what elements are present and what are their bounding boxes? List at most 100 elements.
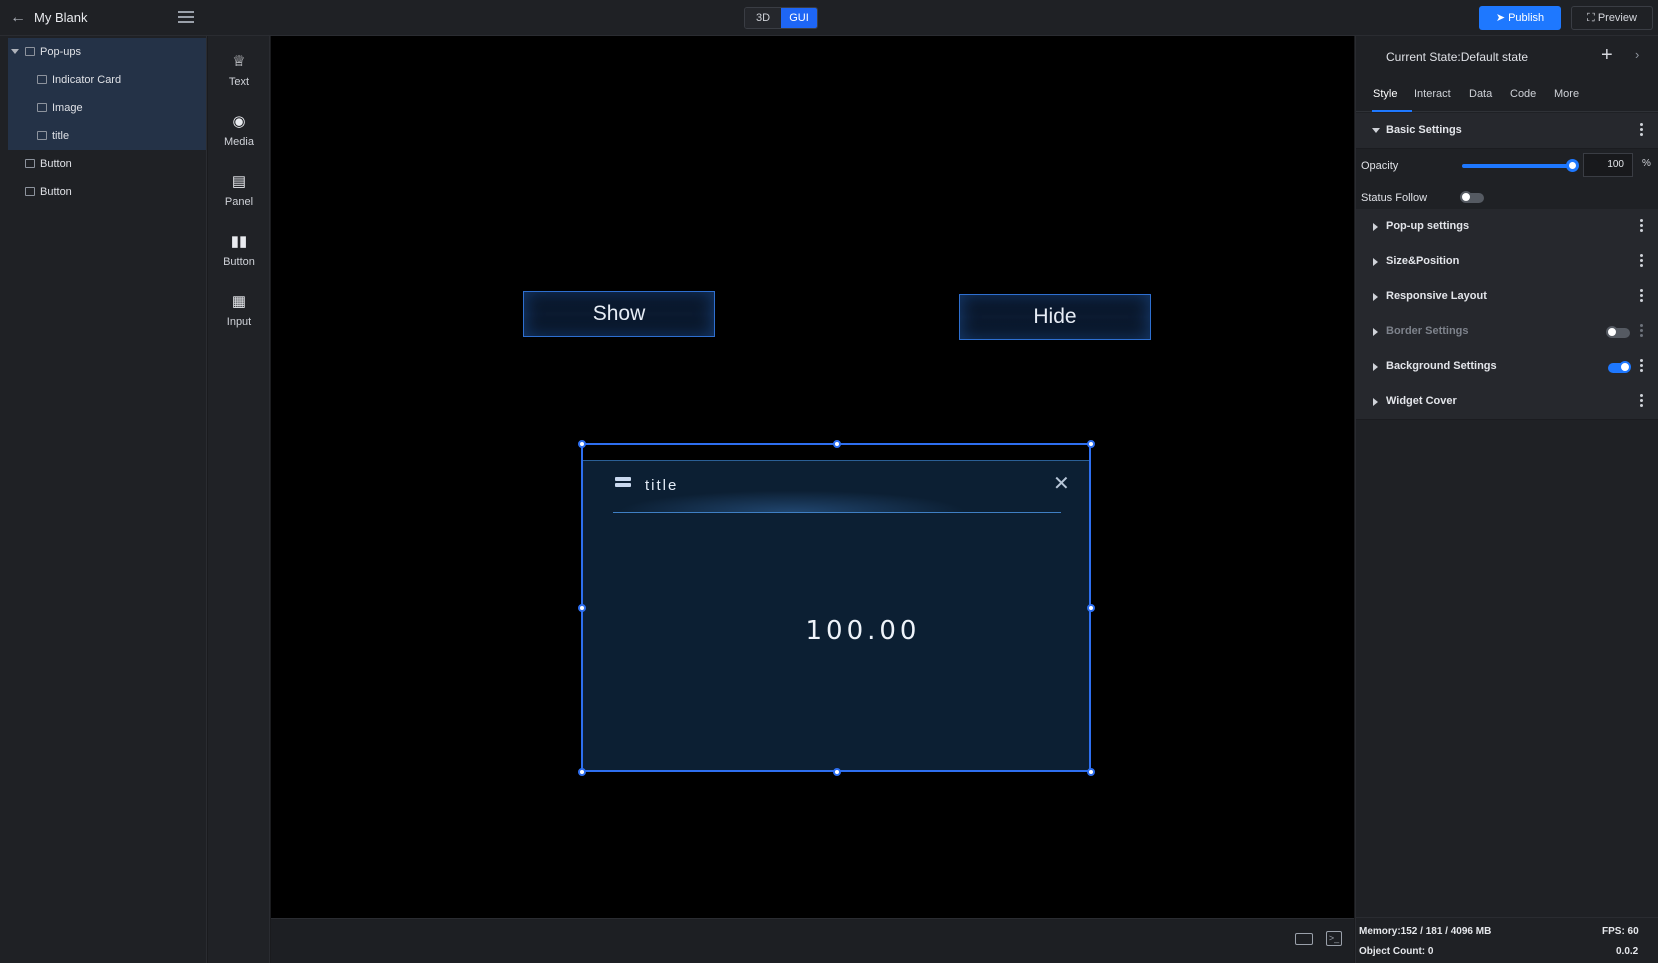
tree-item-popups[interactable]: Pop-ups (8, 38, 206, 66)
border-settings-toggle[interactable] (1606, 326, 1630, 338)
widget-toolbar: ♕ Text ◉ Media ▤ Panel ▮▮ Button ▦ Input (208, 36, 270, 963)
section-label: Widget Cover (1386, 395, 1457, 407)
tool-text[interactable]: ♕ Text (208, 42, 270, 98)
tab-interact[interactable]: Interact (1414, 88, 1451, 100)
caret-right-icon (1373, 223, 1378, 231)
caret-right-icon (1373, 293, 1378, 301)
section-responsive-layout[interactable]: Responsive Layout (1356, 279, 1658, 315)
resize-handle[interactable] (833, 768, 841, 776)
status-follow-label: Status Follow (1361, 192, 1428, 204)
layer-tree: Pop-ups Indicator Card Image title Butto… (0, 36, 207, 963)
memory-readout: Memory:152 / 181 / 4096 MB (1359, 926, 1492, 937)
close-icon[interactable]: ✕ (1053, 471, 1070, 496)
more-vertical-icon[interactable] (1640, 254, 1643, 268)
caret-right-icon (1373, 398, 1378, 406)
tool-button[interactable]: ▮▮ Button (208, 222, 270, 278)
section-background-settings[interactable]: Background Settings (1356, 349, 1658, 385)
design-canvas[interactable]: Show Hide title ✕ 100.00 (271, 36, 1354, 918)
object-count: Object Count: 0 (1359, 946, 1434, 957)
caret-right-icon (1373, 328, 1378, 336)
opacity-slider[interactable] (1462, 164, 1572, 168)
status-follow-toggle[interactable] (1460, 191, 1484, 203)
tree-item-label: title (52, 130, 70, 142)
status-bar: Memory:152 / 181 / 4096 MB FPS: 60 Objec… (1356, 917, 1658, 963)
fullscreen-icon: ⛶ (1587, 12, 1598, 24)
tree-item-label: Button (40, 186, 72, 198)
publish-button[interactable]: ➤ Publish (1479, 6, 1561, 30)
more-vertical-icon[interactable] (1640, 359, 1643, 373)
hide-button[interactable]: Hide (959, 294, 1151, 340)
popup-widget[interactable]: title ✕ 100.00 (578, 440, 1095, 776)
mode-toggle: 3D GUI (744, 7, 818, 29)
current-state: Current State:Default state (1386, 50, 1529, 64)
image-icon (37, 103, 47, 112)
section-label: Size&Position (1386, 255, 1460, 267)
more-vertical-icon[interactable] (1640, 219, 1643, 233)
tool-media[interactable]: ◉ Media (208, 102, 270, 158)
more-vertical-icon[interactable] (1640, 324, 1643, 338)
tab-style[interactable]: Style (1373, 88, 1397, 100)
section-label: Background Settings (1386, 360, 1497, 372)
tree-item-image[interactable]: Image (8, 94, 206, 122)
chevron-right-icon[interactable]: › (1635, 47, 1639, 62)
caret-down-icon[interactable] (11, 49, 19, 54)
tool-label: Text (228, 76, 250, 88)
tab-more[interactable]: More (1554, 88, 1579, 100)
tab-indicator (1372, 110, 1412, 112)
popup-body: title ✕ 100.00 (583, 460, 1089, 770)
top-bar: ← My Blank 3D GUI ➤ Publish ⛶ Preview (0, 0, 1658, 36)
tree-item-label: Button (40, 158, 72, 170)
resize-handle[interactable] (1087, 440, 1095, 448)
map-icon: ▦ (231, 293, 247, 310)
tool-input[interactable]: ▦ Input (208, 282, 270, 338)
section-border-settings[interactable]: Border Settings (1356, 314, 1658, 350)
version-label: 0.0.2 (1616, 946, 1639, 957)
popup-title: title (645, 477, 679, 494)
mode-3d-button[interactable]: 3D (745, 8, 781, 28)
section-label: Pop-up settings (1386, 220, 1470, 232)
tree-item-button[interactable]: Button (8, 178, 206, 206)
more-vertical-icon[interactable] (1640, 394, 1643, 408)
more-vertical-icon[interactable] (1640, 123, 1643, 137)
section-label: Responsive Layout (1386, 290, 1487, 302)
opacity-slider-handle[interactable] (1566, 159, 1579, 172)
resize-handle[interactable] (1087, 768, 1095, 776)
caret-down-icon (1372, 128, 1380, 133)
tree-item-label: Indicator Card (52, 74, 122, 86)
opacity-input[interactable]: 100 (1583, 153, 1633, 177)
section-popup-settings[interactable]: Pop-up settings (1356, 209, 1658, 245)
resize-handle[interactable] (578, 768, 586, 776)
indicator-icon (37, 75, 47, 84)
tool-label: Panel (224, 196, 254, 208)
opacity-unit: % (1642, 158, 1651, 169)
tool-panel[interactable]: ▤ Panel (208, 162, 270, 218)
tree-item-indicator-card[interactable]: Indicator Card (8, 66, 206, 94)
arrow-left-icon[interactable]: ← (10, 9, 28, 27)
button-icon (25, 187, 35, 196)
tree-item-label: Pop-ups (40, 46, 81, 58)
resize-handle[interactable] (578, 604, 586, 612)
tab-code[interactable]: Code (1510, 88, 1536, 100)
background-settings-toggle[interactable] (1608, 361, 1631, 373)
tab-data[interactable]: Data (1469, 88, 1492, 100)
section-widget-cover[interactable]: Widget Cover (1356, 384, 1658, 420)
tree-item-button[interactable]: Button (8, 150, 206, 178)
widget-icon (25, 47, 35, 56)
more-vertical-icon[interactable] (1640, 289, 1643, 303)
add-state-icon[interactable]: + (1601, 44, 1613, 67)
section-size-position[interactable]: Size&Position (1356, 244, 1658, 280)
mode-gui-button[interactable]: GUI (781, 8, 817, 28)
preview-button[interactable]: ⛶ Preview (1571, 6, 1653, 30)
resize-handle[interactable] (578, 440, 586, 448)
tool-label: Button (223, 256, 255, 268)
keyboard-icon[interactable] (1295, 933, 1313, 945)
tree-item-title[interactable]: title (8, 122, 206, 150)
terminal-icon[interactable]: >_ (1326, 931, 1342, 946)
resize-handle[interactable] (1087, 604, 1095, 612)
panel-icon: ▤ (231, 173, 247, 190)
section-basic-settings[interactable]: Basic Settings (1356, 113, 1658, 149)
hamburger-icon[interactable] (178, 9, 194, 25)
resize-handle[interactable] (833, 440, 841, 448)
show-button[interactable]: Show (523, 291, 715, 337)
list-icon (615, 477, 631, 491)
